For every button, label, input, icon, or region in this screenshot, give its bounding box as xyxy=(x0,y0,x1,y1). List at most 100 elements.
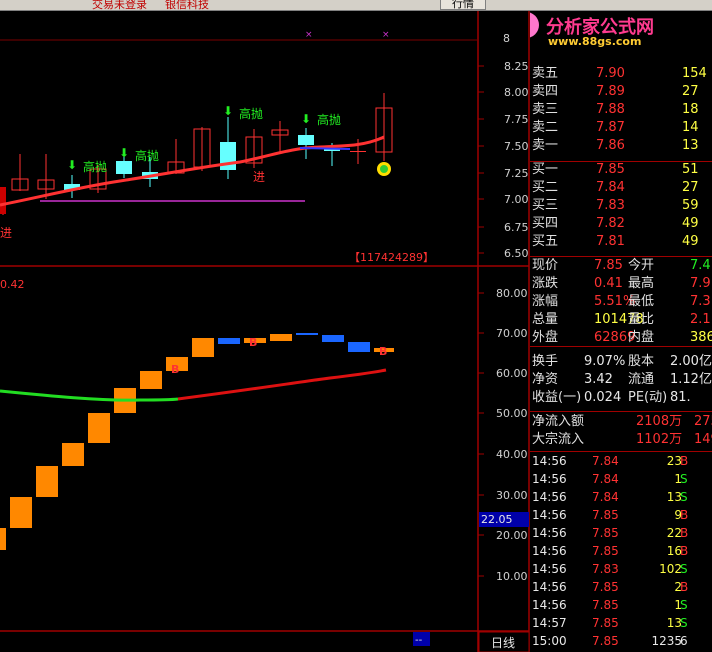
tick-time: 14:56 xyxy=(532,544,567,558)
tick-time: 14:57 xyxy=(532,616,567,630)
svg-text:×: × xyxy=(305,30,313,40)
indicator-tick: 50.00 xyxy=(496,407,528,420)
tick-direction: B xyxy=(680,526,689,540)
bid-price: 7.85 xyxy=(596,162,625,177)
candle xyxy=(298,135,314,145)
tick-time: 14:56 xyxy=(532,580,567,594)
sell-signal: ⬇ 高抛 xyxy=(301,112,341,127)
tick-time: 15:00 xyxy=(532,634,567,648)
bid-price: 7.83 xyxy=(596,198,625,213)
svg-text:高抛: 高抛 xyxy=(135,148,159,163)
indicator-bar xyxy=(140,371,162,389)
tick-row: 14:57 7.85 13 S xyxy=(530,614,712,632)
ask-price: 7.87 xyxy=(596,120,625,135)
indicator-tick: 30.00 xyxy=(496,489,528,502)
ask-volume: 154 xyxy=(682,66,707,81)
price-tick: 7.50 xyxy=(504,140,529,153)
ask-volume: 13 xyxy=(682,138,699,153)
stat-label: 收益(一) xyxy=(532,390,582,405)
tick-price: 7.85 xyxy=(592,616,619,630)
price-tick: 7.25 xyxy=(504,167,529,180)
tick-direction: S xyxy=(680,472,688,486)
candle xyxy=(116,161,132,174)
buy-signal: 进 xyxy=(0,226,12,240)
stat-value: 1.12亿 xyxy=(670,372,712,387)
tick-row: 14:56 7.85 22 B xyxy=(530,524,712,542)
flow-label: 大宗流入 xyxy=(532,432,585,447)
indicator-tick: 20.00 xyxy=(496,529,528,542)
flow-label: 净流入额 xyxy=(532,414,585,429)
indicator-tick: 10.00 xyxy=(496,570,528,583)
stat-label: 流通 xyxy=(628,372,655,387)
stat-label: 换手 xyxy=(532,354,559,369)
bid-volume: 49 xyxy=(682,234,699,249)
buy-mark: B xyxy=(171,363,179,376)
flow-value: 1102万 xyxy=(636,432,683,447)
svg-text:--: -- xyxy=(415,635,423,646)
tick-direction: B xyxy=(680,508,689,522)
price-axis-top: 8 xyxy=(503,32,510,45)
stat-value: 7.3 xyxy=(690,294,711,309)
stat-value: 81. xyxy=(670,390,691,405)
ask-price: 7.86 xyxy=(596,138,625,153)
ask-price: 7.88 xyxy=(596,102,625,117)
top-toolbar: 交易未登录 银信科技 行情 xyxy=(0,0,712,11)
stat-value: 7.85 xyxy=(594,258,623,273)
quote-panel: 分析家公式网 www.88gs.com 卖五 7.90 154 卖四 7.89 2… xyxy=(530,11,712,652)
stat-label: 股本 xyxy=(628,354,655,369)
price-tick: 8.00 xyxy=(504,86,529,99)
svg-text:⬇: ⬇ xyxy=(301,112,311,126)
tick-direction: S xyxy=(680,490,688,504)
tick-time: 14:56 xyxy=(532,508,567,522)
tick-direction: S xyxy=(680,598,688,612)
stat-label: 外盘 xyxy=(532,330,559,345)
svg-text:×: × xyxy=(382,30,390,40)
stat-value: 0.024 xyxy=(584,390,622,405)
bid-label: 买一 xyxy=(532,162,559,177)
ask-volume: 18 xyxy=(682,102,699,117)
tick-volume: 102 xyxy=(659,562,682,576)
tick-time: 14:56 xyxy=(532,526,567,540)
ask-volume: 27 xyxy=(682,84,699,99)
login-status[interactable]: 交易未登录 xyxy=(92,0,147,10)
tick-price: 7.83 xyxy=(592,562,619,576)
tab-quote[interactable]: 行情 xyxy=(440,0,486,10)
indicator-bar xyxy=(88,413,110,443)
tick-price: 7.85 xyxy=(592,544,619,558)
buy-mark: B xyxy=(249,336,257,349)
tick-price: 7.85 xyxy=(592,526,619,540)
bid-price: 7.82 xyxy=(596,216,625,231)
tick-time: 14:56 xyxy=(532,490,567,504)
indicator-bar xyxy=(348,342,370,352)
buy-mark: B xyxy=(379,345,387,358)
tab-daily-label: 日线 xyxy=(491,636,515,650)
stat-value: 7.4 xyxy=(690,258,711,273)
svg-text:高抛: 高抛 xyxy=(239,106,263,121)
svg-text:⬇: ⬇ xyxy=(223,104,233,118)
tick-row: 14:56 7.84 23 B xyxy=(530,452,712,470)
indicator-bar xyxy=(192,338,214,357)
tick-row: 15:00 7.85 1235 6 xyxy=(530,632,712,650)
bid-volume: 49 xyxy=(682,216,699,231)
broker-name[interactable]: 银信科技 xyxy=(165,0,209,10)
ask-price: 7.89 xyxy=(596,84,625,99)
tick-direction: B xyxy=(680,454,689,468)
stat-value: 2.1 xyxy=(690,312,711,327)
bid-volume: 51 xyxy=(682,162,699,177)
stat-value: 9.07% xyxy=(584,354,626,369)
tick-row: 14:56 7.85 2 B xyxy=(530,578,712,596)
tick-price: 7.85 xyxy=(592,580,619,594)
ask-price: 7.90 xyxy=(596,66,625,81)
bid-volume: 59 xyxy=(682,198,699,213)
stat-value: 2.00亿 xyxy=(670,354,712,369)
indicator-bar xyxy=(10,497,32,528)
bid-label: 买二 xyxy=(532,180,559,195)
tick-direction: S xyxy=(680,562,688,576)
price-tick: 6.75 xyxy=(504,221,529,234)
stat-label: 现价 xyxy=(532,258,559,273)
tick-time: 14:56 xyxy=(532,472,567,486)
tick-direction: B xyxy=(680,544,689,558)
kline-chart[interactable]: 8 8.25 8.00 7.75 7.50 7.25 7.00 6.75 6.5… xyxy=(0,11,530,652)
indicator-tick: 40.00 xyxy=(496,448,528,461)
flow-value: 275 xyxy=(694,414,712,429)
